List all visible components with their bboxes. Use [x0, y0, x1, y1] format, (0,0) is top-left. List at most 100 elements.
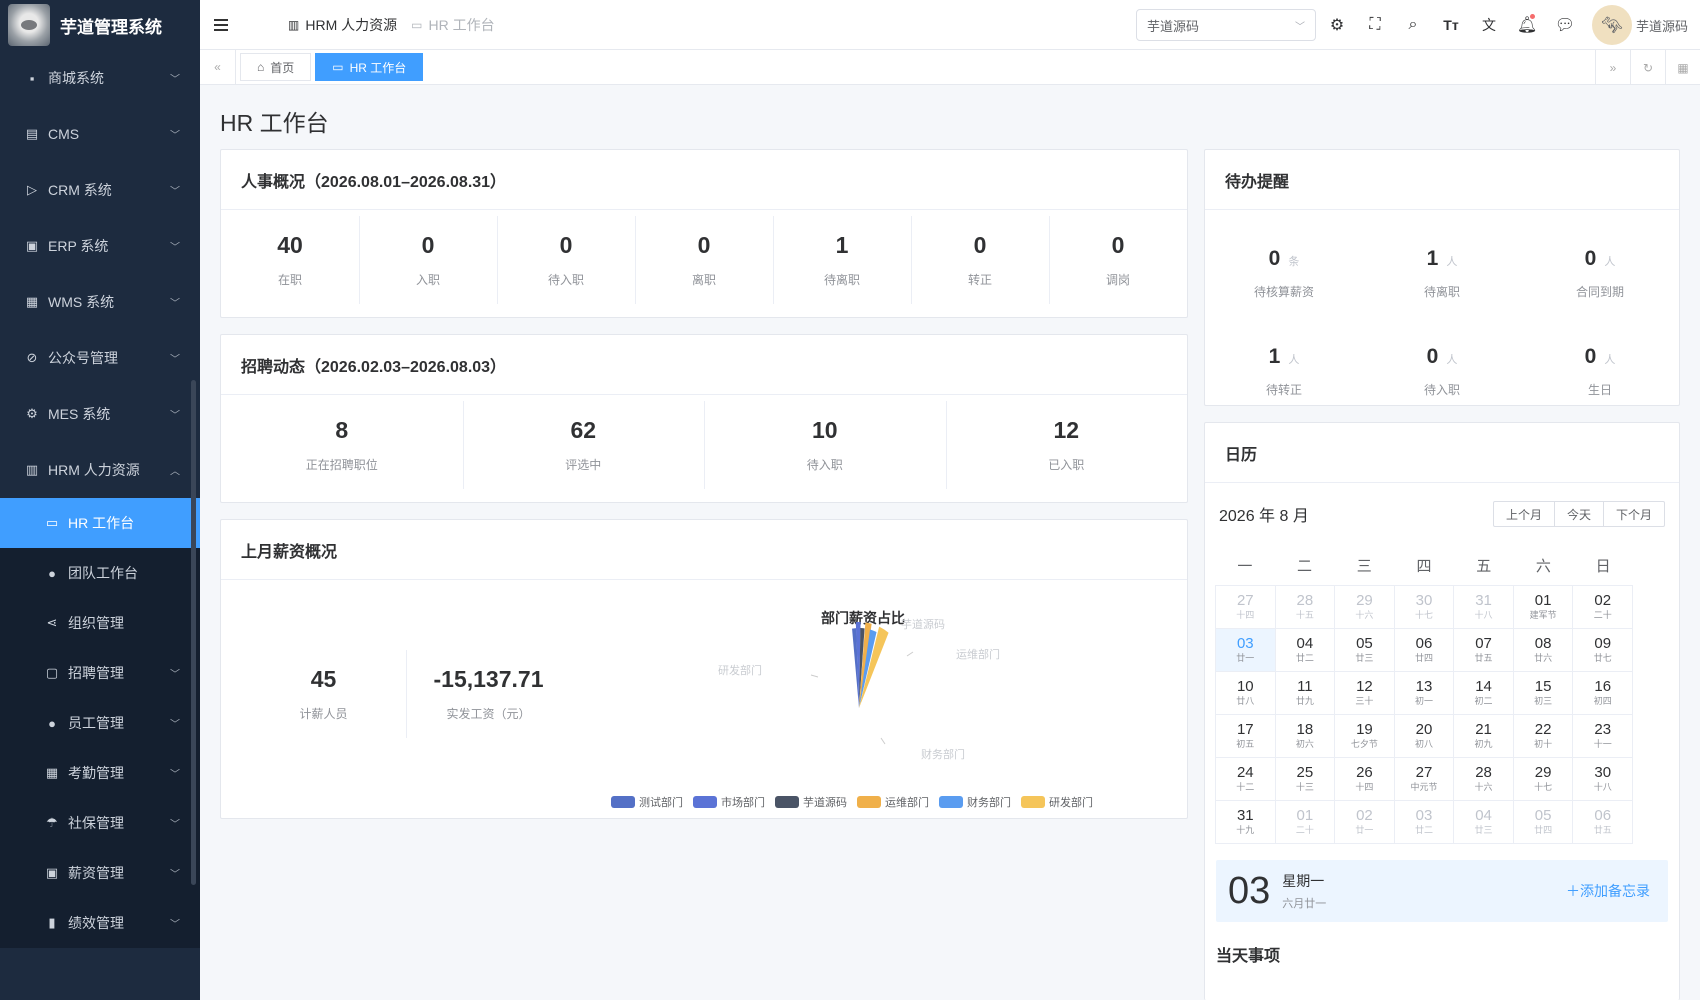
stat-evaluating[interactable]: 62 评选中 [462, 400, 705, 489]
stat-pending-join[interactable]: 0 待入职 [497, 215, 635, 304]
sidebar-item-wms[interactable]: ▦ WMS 系统 ﹀ [0, 274, 200, 330]
sidebar-item-mp[interactable]: ⊘ 公众号管理 ﹀ [0, 330, 200, 386]
calendar-day[interactable]: 09 廿七 [1573, 629, 1633, 672]
calendar-day[interactable]: 17 初五 [1216, 715, 1276, 758]
refresh-icon[interactable]: ↻ [1630, 50, 1665, 85]
sidebar-item-employee[interactable]: ● 员工管理 ﹀ [0, 698, 200, 748]
calendar-day[interactable]: 02 二十 [1573, 586, 1633, 629]
legend-item[interactable]: 运维部门 [857, 794, 929, 810]
sidebar-item-org[interactable]: ⋖ 组织管理 [0, 598, 200, 648]
next-month-button[interactable]: 下个月 [1602, 502, 1664, 526]
message-icon[interactable]: 💬︎ [1554, 12, 1576, 38]
calendar-day[interactable]: 27 十四 [1216, 586, 1276, 629]
calendar-day[interactable]: 02 廿一 [1335, 801, 1395, 844]
calendar-day[interactable]: 28 十五 [1275, 586, 1336, 629]
calendar-day[interactable]: 15 初三 [1513, 672, 1574, 715]
today-button[interactable]: 今天 [1553, 502, 1603, 526]
calendar-day[interactable]: 29 十七 [1513, 758, 1574, 801]
calendar-day[interactable]: 14 初二 [1454, 672, 1514, 715]
calendar-day[interactable]: 03 廿一 [1216, 629, 1276, 672]
legend-item[interactable]: 财务部门 [939, 794, 1011, 810]
calendar-day[interactable]: 04 廿三 [1454, 801, 1514, 844]
stat-joined[interactable]: 0 入职 [359, 215, 497, 304]
grid-icon[interactable]: ▦ [1665, 50, 1700, 85]
tab-hr-workbench[interactable]: ▭ HR 工作台 [315, 53, 424, 81]
calendar-day[interactable]: 01 二十 [1275, 801, 1336, 844]
prev-month-button[interactable]: 上个月 [1494, 502, 1554, 526]
stat-pending-leave[interactable]: 1 待离职 [773, 215, 911, 304]
tenant-select[interactable]: 芋道源码 ﹀ [1136, 9, 1316, 41]
calendar-day[interactable]: 06 廿四 [1394, 629, 1455, 672]
calendar-day[interactable]: 12 三十 [1335, 672, 1395, 715]
sidebar-item-team-workbench[interactable]: ● 团队工作台 [0, 548, 200, 598]
sidebar-item-social[interactable]: ☂ 社保管理 ﹀ [0, 798, 200, 848]
sidebar-item-crm[interactable]: ▷ CRM 系统 ﹀ [0, 162, 200, 218]
breadcrumb-hrm[interactable]: HRM 人力资源 [305, 15, 397, 35]
calendar-day[interactable]: 06 廿五 [1573, 801, 1633, 844]
calendar-day[interactable]: 27 中元节 [1394, 758, 1455, 801]
stat-transfer[interactable]: 0 调岗 [1049, 215, 1187, 304]
calendar-day[interactable]: 31 十八 [1454, 586, 1514, 629]
calendar-day[interactable]: 10 廿八 [1216, 672, 1276, 715]
todo-item[interactable]: 1 人待离职 [1363, 224, 1521, 322]
tab-home[interactable]: ⌂ 首页 [240, 53, 312, 81]
menu-toggle-icon[interactable] [214, 18, 232, 32]
legend-item[interactable]: 研发部门 [1021, 794, 1093, 810]
calendar-day[interactable]: 04 廿二 [1275, 629, 1336, 672]
legend-item[interactable]: 测试部门 [611, 794, 683, 810]
stat-regular[interactable]: 0 转正 [911, 215, 1049, 304]
calendar-day[interactable]: 31 十九 [1216, 801, 1276, 844]
tabs-scroll-right-icon[interactable]: » [1595, 50, 1630, 85]
font-size-icon[interactable]: Tт [1440, 12, 1462, 38]
sidebar-scrollbar[interactable] [191, 380, 196, 885]
calendar-day[interactable]: 20 初八 [1394, 715, 1455, 758]
sidebar-item-erp[interactable]: ▣ ERP 系统 ﹀ [0, 218, 200, 274]
calendar-day[interactable]: 19 七夕节 [1335, 715, 1395, 758]
sidebar-item-hrm[interactable]: ▥ HRM 人力资源 ︿ [0, 442, 200, 498]
stat-to-join[interactable]: 10 待入职 [704, 400, 946, 489]
calendar-day[interactable]: 18 初六 [1275, 715, 1336, 758]
calendar-day[interactable]: 30 十七 [1394, 586, 1455, 629]
bell-icon[interactable]: 🔔︎ [1516, 12, 1538, 38]
calendar-day[interactable]: 24 十二 [1216, 758, 1276, 801]
calendar-day[interactable]: 29 十六 [1335, 586, 1395, 629]
sidebar-item-mes[interactable]: ⚙ MES 系统 ﹀ [0, 386, 200, 442]
fullscreen-icon[interactable]: ⛶ [1364, 12, 1386, 38]
app-logo[interactable]: 芋道管理系统 [0, 0, 200, 50]
calendar-day[interactable]: 21 初九 [1454, 715, 1514, 758]
stat-open-positions[interactable]: 8 正在招聘职位 [221, 401, 463, 489]
pie-chart[interactable] [221, 520, 1189, 820]
todo-item[interactable]: 0 条待核算薪资 [1205, 224, 1363, 322]
stat-left[interactable]: 0 离职 [635, 215, 773, 304]
calendar-day[interactable]: 16 初四 [1573, 672, 1633, 715]
sidebar-item-hr-workbench[interactable]: ▭ HR 工作台 [0, 498, 200, 548]
sidebar-item-salary[interactable]: ▣ 薪资管理 ﹀ [0, 848, 200, 898]
todo-item[interactable]: 0 人合同到期 [1521, 224, 1679, 322]
calendar-day[interactable]: 13 初一 [1394, 672, 1455, 715]
calendar-day[interactable]: 30 十八 [1573, 758, 1633, 801]
legend-item[interactable]: 市场部门 [693, 794, 765, 810]
user-menu[interactable]: 🦘︎ 芋道源码 [1592, 5, 1688, 45]
calendar-day[interactable]: 05 廿三 [1335, 629, 1395, 672]
sidebar-item-shop[interactable]: ▪ 商城系统 ﹀ [0, 50, 200, 106]
calendar-day[interactable]: 28 十六 [1454, 758, 1514, 801]
calendar-day[interactable]: 26 十四 [1335, 758, 1395, 801]
calendar-day[interactable]: 08 廿六 [1513, 629, 1574, 672]
legend-item[interactable]: 芋道源码 [775, 794, 847, 810]
calendar-day[interactable]: 01 建军节 [1513, 586, 1574, 629]
translate-icon[interactable]: 文 [1478, 12, 1500, 38]
calendar-day[interactable]: 11 廿九 [1275, 672, 1336, 715]
calendar-day[interactable]: 03 廿二 [1394, 801, 1455, 844]
calendar-day[interactable]: 23 十一 [1573, 715, 1633, 758]
todo-item[interactable]: 1 人待转正 [1205, 322, 1363, 420]
calendar-day[interactable]: 07 廿五 [1454, 629, 1514, 672]
todo-item[interactable]: 0 人待入职 [1363, 322, 1521, 420]
stat-joined-recruit[interactable]: 12 已入职 [945, 400, 1188, 489]
tabs-scroll-left-icon[interactable]: « [200, 49, 236, 85]
sidebar-item-recruit[interactable]: ▢ 招聘管理 ﹀ [0, 648, 200, 698]
stat-on-job[interactable]: 40 在职 [221, 216, 359, 304]
calendar-day[interactable]: 05 廿四 [1513, 801, 1574, 844]
add-memo-button[interactable]: ＋添加备忘录 [1566, 881, 1650, 901]
search-icon[interactable]: ⌕ [1402, 12, 1424, 38]
calendar-day[interactable]: 22 初十 [1513, 715, 1574, 758]
